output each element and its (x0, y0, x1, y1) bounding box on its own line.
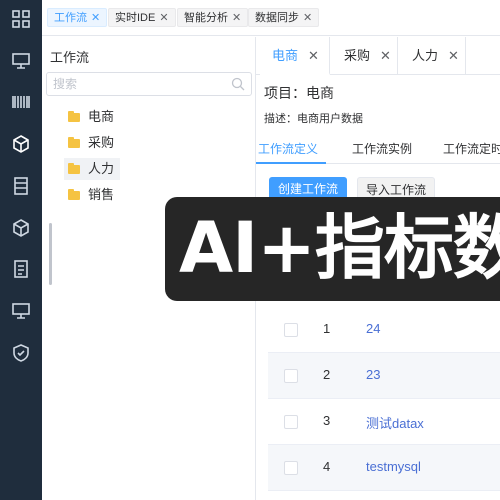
search-input[interactable]: 搜索 (46, 72, 252, 96)
desktop-icon[interactable] (11, 301, 31, 321)
tab-workflow-definition[interactable]: 工作流定义 (258, 140, 318, 157)
overlay-banner: AI+指标数 (165, 197, 500, 301)
close-icon[interactable]: ✕ (448, 48, 459, 63)
table-row[interactable]: 4 testmysql (268, 445, 500, 491)
project-title: 项目：电商 (264, 85, 334, 101)
tree-item-label: 销售 (88, 187, 115, 202)
project-tabs: 电商 ✕ 采购 ✕ 人力 ✕ (256, 37, 500, 75)
row-checkbox[interactable] (284, 323, 298, 337)
workflow-name-link[interactable]: 23 (366, 367, 380, 382)
workflow-name-link[interactable]: testmysql (366, 459, 421, 474)
banner-text: AI+指标数 (179, 207, 500, 289)
tree-item-label: 人力 (88, 161, 115, 176)
row-checkbox[interactable] (284, 415, 298, 429)
project-tab-label: 电商 (272, 48, 299, 63)
search-icon (231, 77, 245, 91)
row-index: 3 (323, 413, 331, 428)
shield-check-icon[interactable] (11, 343, 31, 363)
top-tab-bar: 工作流 ✕ 实时IDE ✕ 智能分析 ✕ 数据同步 ✕ (42, 0, 500, 36)
tab-workflow-instance[interactable]: 工作流实例 (352, 140, 412, 157)
folder-icon (68, 111, 80, 122)
project-tab-label: 采购 (344, 48, 371, 63)
tree-item-purchase[interactable]: 采购 (64, 132, 244, 154)
close-icon[interactable]: ✕ (303, 12, 312, 24)
tree-item-label: 采购 (88, 135, 115, 150)
project-tab-hr[interactable]: 人力 ✕ (400, 37, 466, 75)
workflow-name-link[interactable]: 24 (366, 321, 380, 336)
top-tab-smart-analysis[interactable]: 智能分析 ✕ (177, 8, 249, 27)
row-checkbox[interactable] (284, 369, 298, 383)
row-index: 4 (323, 459, 331, 474)
table-row[interactable]: 2 23 (268, 353, 500, 399)
folder-icon (68, 137, 80, 148)
table-row[interactable]: 3 测试datax (268, 399, 500, 445)
top-tab-realtime-ide[interactable]: 实时IDE ✕ (108, 8, 176, 27)
cube-icon[interactable] (11, 134, 31, 154)
grid-icon[interactable] (11, 9, 31, 29)
tree-item-ecommerce[interactable]: 电商 (64, 106, 244, 128)
top-tab-label: 工作流 (54, 12, 87, 24)
folder-icon (68, 189, 80, 200)
tree-item-hr[interactable]: 人力 (64, 158, 120, 180)
close-icon[interactable]: ✕ (91, 12, 100, 24)
close-icon[interactable]: ✕ (308, 48, 319, 63)
workflow-name-link[interactable]: 测试datax (366, 413, 424, 432)
close-icon[interactable]: ✕ (380, 48, 391, 63)
panel-title: 工作流 (50, 50, 90, 65)
document-icon[interactable] (11, 259, 31, 279)
project-tab-ecommerce[interactable]: 电商 ✕ (260, 37, 330, 75)
project-tab-purchase[interactable]: 采购 ✕ (332, 37, 398, 75)
table-row[interactable]: 1 24 (268, 307, 500, 353)
row-index: 2 (323, 367, 331, 382)
top-tab-label: 智能分析 (184, 12, 228, 24)
tab-workflow-schedule[interactable]: 工作流定时 (443, 140, 500, 157)
monitor-icon[interactable] (11, 51, 31, 71)
row-index: 1 (323, 321, 331, 336)
tree-item-label: 电商 (88, 109, 115, 124)
box-icon[interactable] (11, 218, 31, 238)
top-tab-data-sync[interactable]: 数据同步 ✕ (248, 8, 320, 27)
close-icon[interactable]: ✕ (232, 12, 241, 24)
scrollbar[interactable] (49, 223, 52, 285)
row-checkbox[interactable] (284, 461, 298, 475)
search-placeholder: 搜索 (53, 77, 78, 91)
project-tab-label: 人力 (412, 48, 439, 63)
top-tab-label: 实时IDE (115, 12, 156, 24)
close-icon[interactable]: ✕ (159, 12, 168, 24)
barcode-icon[interactable] (11, 92, 31, 112)
server-icon[interactable] (11, 176, 31, 196)
top-tab-label: 数据同步 (255, 12, 299, 24)
top-tab-workflow[interactable]: 工作流 ✕ (47, 8, 108, 27)
sub-tabs: 工作流定义 工作流实例 工作流定时 (256, 136, 500, 164)
side-rail (0, 0, 42, 500)
folder-icon (68, 163, 80, 174)
project-description: 描述：电商用户数据 (264, 113, 363, 125)
active-tab-indicator (256, 162, 326, 164)
